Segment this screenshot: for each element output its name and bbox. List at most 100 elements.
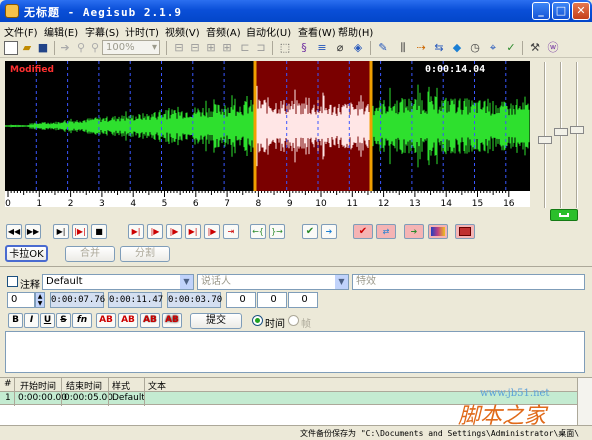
resample-icon[interactable]: ◆	[450, 41, 464, 55]
leadin-button[interactable]: ⇥	[223, 224, 239, 239]
set-start-icon[interactable]: ⊞	[204, 41, 218, 55]
play-500ms-before-button[interactable]: ▶|	[128, 224, 144, 239]
layer-spin[interactable]: ▲ ▼	[35, 292, 45, 308]
margin-right-field[interactable]: 0	[257, 292, 287, 308]
style-manager-icon[interactable]: ✎	[376, 41, 390, 55]
attachment-clip-icon[interactable]: ⌀	[333, 41, 347, 55]
grid-scrollbar[interactable]	[577, 378, 592, 426]
open-folder-icon[interactable]: ▰	[20, 41, 34, 55]
about-icon[interactable]: ⓦ	[546, 41, 560, 55]
split-button[interactable]: 分割	[120, 246, 170, 262]
menu-bar: 文件(F) 编辑(E) 字幕(S) 计时(T) 视频(V) 音频(A) 自动化(…	[0, 22, 592, 39]
commit-button[interactable]: 提交	[190, 313, 242, 329]
primary-color-button[interactable]: AB	[96, 313, 116, 328]
kanji-timer-icon[interactable]: ⌖	[486, 41, 500, 55]
underline-button[interactable]: U	[40, 313, 55, 328]
bold-button[interactable]: B	[8, 313, 23, 328]
play-500ms-after-button[interactable]: |▶	[147, 224, 163, 239]
attachments-icon[interactable]: ⬚	[278, 41, 292, 55]
font-button[interactable]: fn	[72, 313, 92, 328]
zoom-in-icon[interactable]: ⚲	[74, 41, 88, 55]
italic-button[interactable]: I	[24, 313, 39, 328]
stop-button[interactable]: ■	[91, 224, 107, 239]
menu-view[interactable]: 查看(W)	[298, 24, 336, 39]
menu-subtitle[interactable]: 字幕(S)	[85, 24, 119, 39]
time-radio[interactable]	[252, 315, 263, 326]
slider-thumb[interactable]	[554, 128, 568, 136]
audio-volume-slider[interactable]	[554, 62, 568, 212]
menu-timing[interactable]: 计时(T)	[125, 24, 159, 39]
strikeout-button[interactable]: S	[56, 313, 71, 328]
end-time-field[interactable]: 0:00:11.47	[108, 292, 163, 308]
zoom-out-icon[interactable]: ⚲	[88, 41, 102, 55]
play-current-line-button[interactable]: |▶|	[72, 224, 88, 239]
timing-postprocessor-icon[interactable]: ⫼	[396, 41, 410, 55]
jump-end-icon[interactable]: ⊟	[188, 41, 202, 55]
prev-line-button[interactable]: ◀◀	[6, 224, 22, 239]
spectrum-mode-toggle[interactable]	[428, 224, 448, 239]
medusa-timing-toggle[interactable]	[455, 224, 475, 239]
menu-edit[interactable]: 编辑(E)	[44, 24, 78, 39]
snap-end-icon[interactable]: ⊐	[254, 41, 268, 55]
play-to-end-button[interactable]: |▶	[204, 224, 220, 239]
minimize-button[interactable]: _	[532, 2, 550, 20]
link-sliders-toggle[interactable]	[550, 209, 578, 221]
jump-start-icon[interactable]: ⊟	[172, 41, 186, 55]
menu-video[interactable]: 视频(V)	[165, 24, 200, 39]
commit-check-button[interactable]: ✔	[302, 224, 318, 239]
menu-automation[interactable]: 自动化(U)	[246, 24, 291, 39]
menu-audio[interactable]: 音频(A)	[206, 24, 241, 39]
play-first-500ms-button[interactable]: |▶	[166, 224, 182, 239]
auto-scroll-toggle[interactable]: ➔	[404, 224, 424, 239]
lead-in-add-button[interactable]: ←{	[250, 224, 266, 239]
zoom-select[interactable]: 100% ▾	[102, 40, 160, 55]
audio-zoom-slider[interactable]	[538, 62, 552, 212]
karaoke-button[interactable]: 卡拉OK	[5, 245, 48, 262]
margin-vertical-field[interactable]: 0	[288, 292, 318, 308]
join-button[interactable]: 合并	[65, 246, 115, 262]
play-selection-button[interactable]: ▶|	[53, 224, 69, 239]
slider-thumb[interactable]	[538, 136, 552, 144]
auto-goto-toggle[interactable]: ⇄	[376, 224, 396, 239]
script-properties-icon[interactable]: §	[297, 41, 311, 55]
slider-thumb[interactable]	[570, 126, 584, 134]
set-end-icon[interactable]: ⊞	[220, 41, 234, 55]
menu-help[interactable]: 帮助(H)	[338, 24, 373, 39]
secondary-color-button[interactable]: AB	[118, 313, 138, 328]
actor-field[interactable]: 说话人 ▼	[197, 274, 349, 290]
automation-icon[interactable]: ◈	[351, 41, 365, 55]
auto-commit-toggle[interactable]: ✔	[353, 224, 373, 239]
maximize-button[interactable]: □	[552, 2, 570, 20]
subtitle-text-editor[interactable]	[5, 331, 585, 373]
new-file-icon[interactable]	[4, 41, 18, 55]
translation-assistant-icon[interactable]: ⇆	[432, 41, 446, 55]
style-select[interactable]: Default ▼	[42, 274, 194, 290]
effect-field[interactable]: 特效	[352, 274, 585, 290]
next-line-button[interactable]: ▶▶	[25, 224, 41, 239]
frame-radio[interactable]	[288, 315, 299, 326]
options-icon[interactable]: ⚒	[528, 41, 542, 55]
save-icon[interactable]: ■	[36, 41, 50, 55]
lead-out-add-button[interactable]: }→	[269, 224, 285, 239]
audio-vertical-zoom-slider[interactable]	[570, 62, 584, 212]
menu-file[interactable]: 文件(F)	[4, 24, 38, 39]
duration-field[interactable]: 0:00:03.70	[167, 292, 222, 308]
timer-icon[interactable]: ◷	[468, 41, 482, 55]
close-button[interactable]: ✕	[572, 2, 590, 20]
ruler-label: 13	[409, 199, 420, 207]
jump-video-icon[interactable]: ➔	[58, 41, 72, 55]
audio-waveform-display[interactable]: Modified 0:00:14.04	[5, 61, 530, 191]
spell-check-icon[interactable]: ✓	[504, 41, 518, 55]
play-last-500ms-button[interactable]: ▶|	[185, 224, 201, 239]
fonts-collector-icon[interactable]: ≡	[315, 41, 329, 55]
snap-start-icon[interactable]: ⊏	[238, 41, 252, 55]
shadow-color-button[interactable]: AB	[162, 313, 182, 328]
shift-times-icon[interactable]: ⇢	[414, 41, 428, 55]
go-to-button[interactable]: ➔	[321, 224, 337, 239]
outline-color-button[interactable]: AB	[140, 313, 160, 328]
ruler-label: 10	[315, 199, 327, 207]
margin-left-field[interactable]: 0	[226, 292, 256, 308]
layer-field[interactable]: 0	[7, 292, 35, 308]
start-time-field[interactable]: 0:00:07.76	[50, 292, 105, 308]
comment-checkbox[interactable]	[7, 276, 18, 287]
